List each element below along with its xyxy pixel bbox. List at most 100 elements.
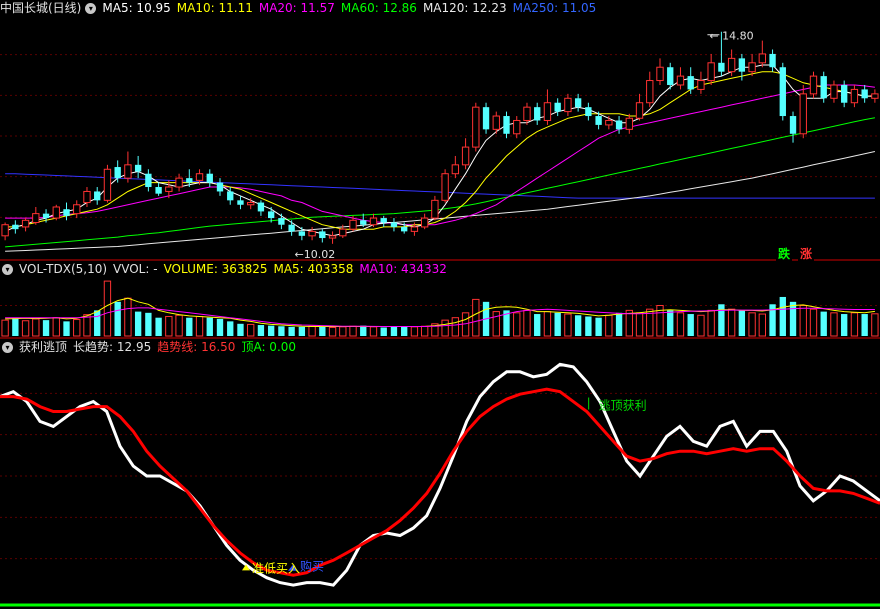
settings-icon[interactable]: ▾ bbox=[85, 3, 97, 14]
volume-bar bbox=[861, 314, 868, 336]
candle-body bbox=[32, 213, 40, 224]
candle-body bbox=[420, 217, 429, 228]
ma-label-4: MA120: 12.23 bbox=[422, 1, 507, 15]
volume-bar bbox=[175, 314, 183, 337]
ma-label-1: MA10: 11.11 bbox=[176, 1, 253, 15]
ma20-line bbox=[5, 84, 875, 226]
candle-body bbox=[21, 219, 30, 228]
volume-bar bbox=[134, 311, 142, 336]
candle-body bbox=[718, 62, 725, 72]
settings-icon[interactable]: ▾ bbox=[2, 342, 13, 353]
volume-bar bbox=[635, 312, 644, 337]
candle-body bbox=[42, 213, 50, 219]
candle-body bbox=[155, 187, 162, 194]
volume-bar bbox=[625, 309, 633, 337]
volume-bar bbox=[83, 314, 91, 337]
volume-bar bbox=[278, 326, 285, 336]
candle-body bbox=[165, 186, 173, 192]
volume-bar bbox=[237, 323, 244, 336]
candle-body bbox=[328, 235, 337, 239]
volume-label-1: VVOL: - bbox=[113, 262, 158, 276]
volume-bar bbox=[687, 314, 694, 336]
candle-body bbox=[195, 173, 204, 181]
volume-bar bbox=[195, 315, 204, 337]
candle-body bbox=[319, 231, 326, 239]
candle-body bbox=[278, 218, 285, 225]
candle-body bbox=[175, 177, 183, 188]
candle-body bbox=[1, 224, 9, 237]
volume-bar bbox=[216, 318, 224, 336]
osc-label-2: 趋势线: 16.50 bbox=[157, 340, 236, 354]
volume-bar bbox=[21, 320, 30, 337]
volume-bar bbox=[472, 298, 480, 337]
volume-bar bbox=[319, 326, 326, 336]
candle-body bbox=[461, 146, 470, 166]
low-marker-label: ←10.02 bbox=[295, 248, 336, 261]
candle-body bbox=[216, 182, 224, 192]
settings-icon[interactable]: ▾ bbox=[2, 264, 13, 275]
volume-bar bbox=[758, 313, 766, 337]
candle-body bbox=[349, 219, 357, 230]
candle-body bbox=[492, 115, 500, 130]
stock-chart[interactable]: ← 14.80 ←10.02 逃顶获利购买准低买入 bbox=[0, 0, 880, 609]
candle-body bbox=[850, 88, 859, 104]
candle-body bbox=[615, 120, 623, 130]
candle-body bbox=[625, 117, 633, 130]
candle-body bbox=[298, 231, 306, 236]
volume-bar bbox=[339, 326, 347, 337]
volume-bar bbox=[523, 309, 531, 337]
volume-bar bbox=[441, 319, 449, 337]
candle-body bbox=[799, 93, 807, 135]
volume-bar bbox=[145, 312, 152, 336]
stock-title[interactable]: 中国长城(日线) bbox=[0, 1, 81, 15]
volume-bar bbox=[165, 315, 173, 337]
volume-bar bbox=[12, 317, 19, 336]
candle-body bbox=[871, 93, 879, 99]
candle-body bbox=[554, 102, 561, 112]
volume-bar bbox=[574, 315, 582, 336]
trend-line bbox=[0, 387, 880, 577]
candle-body bbox=[237, 200, 244, 205]
volume-bar bbox=[789, 301, 797, 336]
badge-up[interactable]: 涨 bbox=[798, 247, 815, 261]
volume-bar bbox=[676, 312, 685, 337]
oscillator-legend: ▾ 获利逃顶 长趋势: 12.95 趋势线: 16.50 顶A: 0.00 bbox=[0, 339, 308, 355]
signal-buy-label: 购买 bbox=[300, 559, 324, 574]
candle-body bbox=[145, 173, 152, 188]
volume-bar bbox=[349, 325, 357, 337]
volume-labels: VOL-TDX(5,10) VVOL: - VOLUME: 363825 MA5: 4… bbox=[19, 262, 453, 276]
volume-bar bbox=[543, 311, 552, 337]
volume-bar bbox=[63, 321, 70, 336]
volume-bar bbox=[42, 320, 50, 336]
candle-body bbox=[543, 102, 552, 121]
candle-body bbox=[779, 67, 786, 117]
candle-body bbox=[667, 67, 674, 85]
volume-bar bbox=[667, 310, 674, 336]
candle-body bbox=[73, 204, 81, 215]
candle-body bbox=[687, 76, 694, 90]
candle-body bbox=[339, 228, 347, 237]
volume-bar bbox=[124, 297, 132, 337]
candle-body bbox=[676, 75, 685, 86]
volume-bar bbox=[410, 326, 419, 337]
candle-body bbox=[574, 98, 582, 108]
volume-bar bbox=[718, 304, 725, 336]
volume-bar bbox=[298, 326, 306, 336]
volume-bar bbox=[605, 314, 613, 337]
candle-body bbox=[809, 75, 818, 95]
candle-body bbox=[595, 116, 602, 125]
volume-bar bbox=[247, 323, 255, 337]
volume-bar bbox=[820, 311, 827, 336]
volume-bar bbox=[534, 314, 541, 336]
candle-body bbox=[369, 217, 378, 226]
volume-bar bbox=[809, 308, 818, 337]
candle-body bbox=[534, 107, 541, 121]
candle-body bbox=[605, 119, 613, 126]
volume-bar bbox=[830, 312, 838, 337]
badge-down[interactable]: 跌 bbox=[776, 247, 793, 261]
candle-body bbox=[257, 202, 265, 212]
volume-label-3: MA5: 403358 bbox=[273, 262, 354, 276]
ma-label-5: MA250: 11.05 bbox=[512, 1, 597, 15]
candle-body bbox=[482, 107, 490, 130]
candle-body bbox=[646, 80, 654, 104]
